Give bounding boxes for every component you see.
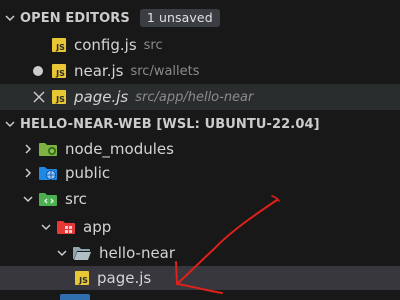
open-editor-filename: near.js bbox=[74, 62, 124, 80]
chevron-down-icon[interactable] bbox=[52, 243, 72, 263]
app-folder-icon bbox=[56, 219, 76, 235]
tree-folder-app[interactable]: app bbox=[0, 216, 400, 238]
javascript-file-icon: JS bbox=[52, 90, 66, 104]
public-folder-icon bbox=[38, 165, 58, 181]
tree-folder-src[interactable]: src bbox=[0, 188, 400, 210]
open-editors-header[interactable]: OPEN EDITORS 1 unsaved bbox=[0, 6, 400, 30]
chevron-down-icon[interactable] bbox=[18, 189, 38, 209]
tree-file-page-js[interactable]: JS page.js bbox=[0, 266, 400, 290]
tree-item-label: src bbox=[65, 190, 87, 208]
open-editor-item[interactable]: JS config.js src bbox=[0, 34, 400, 56]
partial-tree-item bbox=[60, 294, 90, 300]
chevron-right-icon[interactable] bbox=[18, 163, 38, 183]
unsaved-dot-icon[interactable] bbox=[33, 66, 52, 76]
javascript-file-icon: JS bbox=[52, 38, 66, 52]
chevron-right-icon[interactable] bbox=[18, 139, 38, 159]
chevron-down-icon[interactable] bbox=[0, 8, 20, 28]
close-icon[interactable] bbox=[31, 89, 47, 105]
open-editor-path: src bbox=[143, 37, 163, 53]
open-editor-filename: config.js bbox=[74, 36, 137, 54]
chevron-down-icon[interactable] bbox=[0, 114, 20, 134]
workspace-header[interactable]: HELLO-NEAR-WEB [WSL: UBUNTU-22.04] bbox=[0, 112, 400, 136]
open-editor-item-active[interactable]: JS page.js src/app/hello-near bbox=[0, 84, 400, 110]
folder-open-icon bbox=[72, 245, 92, 261]
open-editor-filename: page.js bbox=[74, 88, 129, 106]
open-editor-item[interactable]: JS near.js src/wallets bbox=[0, 60, 400, 82]
javascript-file-icon: JS bbox=[75, 271, 89, 285]
javascript-file-icon: JS bbox=[52, 64, 66, 78]
tree-item-label: hello-near bbox=[99, 244, 176, 262]
tree-item-label: node_modules bbox=[65, 140, 174, 158]
tree-item-label: app bbox=[83, 218, 112, 236]
open-editor-path: src/app/hello-near bbox=[135, 89, 254, 105]
open-editor-path: src/wallets bbox=[130, 63, 200, 79]
chevron-down-icon[interactable] bbox=[36, 217, 56, 237]
tree-folder-public[interactable]: public bbox=[0, 162, 400, 184]
open-editors-title: OPEN EDITORS bbox=[20, 10, 130, 26]
workspace-title: HELLO-NEAR-WEB [WSL: UBUNTU-22.04] bbox=[20, 116, 320, 132]
unsaved-count-badge: 1 unsaved bbox=[139, 9, 220, 27]
tree-item-label: page.js bbox=[97, 269, 152, 287]
tree-folder-node-modules[interactable]: node_modules bbox=[0, 138, 400, 160]
node-folder-icon bbox=[38, 141, 58, 157]
tree-item-label: public bbox=[65, 164, 111, 182]
tree-folder-hello-near[interactable]: hello-near bbox=[0, 242, 400, 264]
src-folder-icon bbox=[38, 191, 58, 207]
